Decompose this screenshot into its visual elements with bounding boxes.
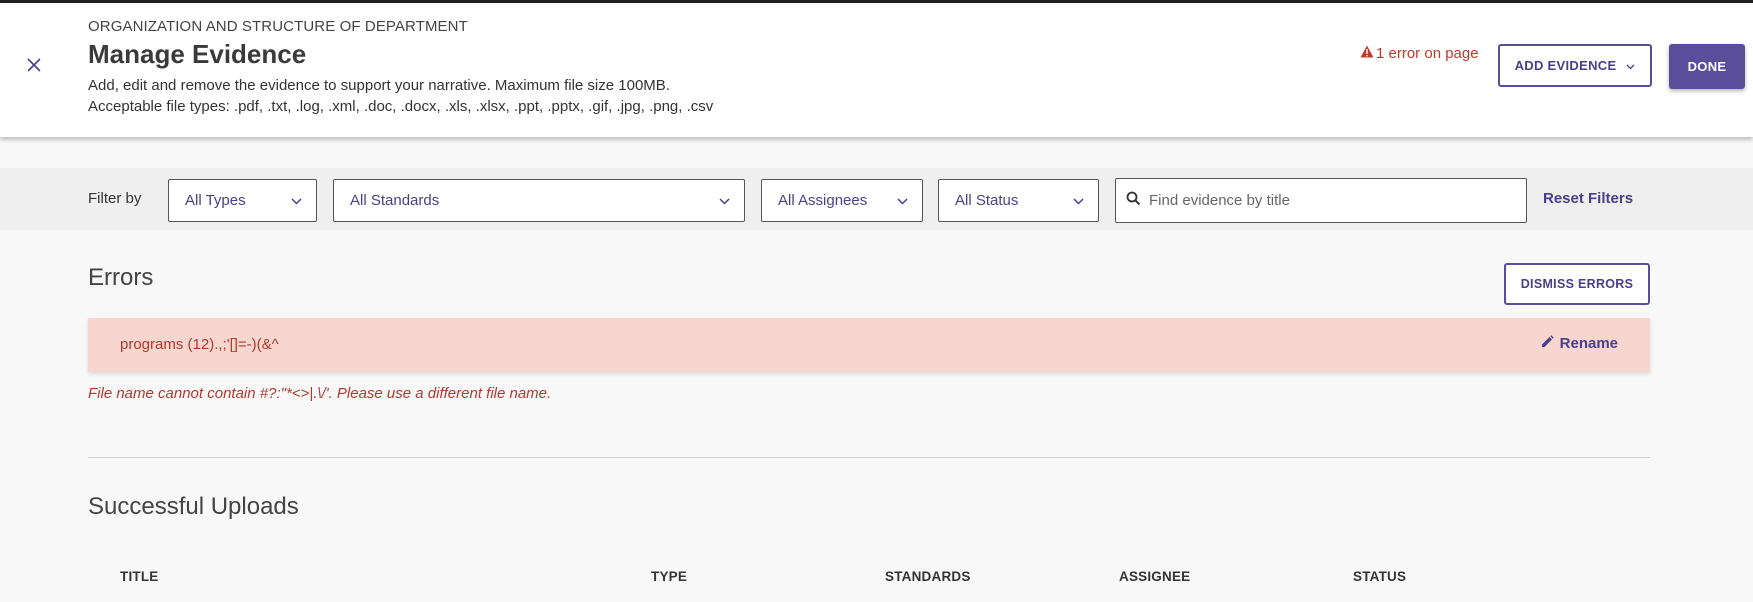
page-kicker: ORGANIZATION AND STRUCTURE OF DEPARTMENT [88, 18, 468, 35]
add-evidence-label: ADD EVIDENCE [1514, 58, 1617, 73]
successful-uploads-heading: Successful Uploads [88, 493, 299, 520]
assignees-filter-value: All Assignees [778, 192, 868, 209]
section-divider [88, 457, 1650, 458]
column-header-assignee[interactable]: ASSIGNEE [1119, 569, 1190, 584]
filter-label: Filter by [88, 190, 142, 207]
errors-heading: Errors [88, 264, 154, 291]
reset-filters-link[interactable]: Reset Filters [1543, 190, 1633, 207]
search-icon [1126, 191, 1141, 211]
column-header-status[interactable]: STATUS [1353, 569, 1406, 584]
error-item: programs (12).,;'[]=-)(&^ Rename [88, 318, 1650, 372]
dismiss-errors-button[interactable]: DISMISS ERRORS [1504, 263, 1650, 305]
search-input[interactable] [1149, 192, 1509, 209]
assignees-filter-select[interactable]: All Assignees [761, 179, 923, 222]
error-message: File name cannot contain #?:"*<>|.\/'. P… [88, 385, 552, 402]
add-evidence-button[interactable]: ADD EVIDENCE [1498, 44, 1652, 87]
rename-button[interactable]: Rename [1541, 335, 1618, 352]
chevron-down-icon [719, 192, 730, 209]
standards-filter-value: All Standards [350, 192, 440, 209]
status-filter-value: All Status [955, 192, 1019, 209]
chevron-down-icon [291, 192, 302, 209]
chevron-down-icon [897, 192, 908, 209]
close-button[interactable] [22, 55, 46, 79]
done-button[interactable]: DONE [1669, 44, 1745, 89]
warning-triangle-icon [1360, 45, 1374, 62]
rename-label: Rename [1559, 335, 1618, 352]
close-icon [27, 57, 41, 77]
page-description: Add, edit and remove the evidence to sup… [88, 75, 713, 117]
status-filter-select[interactable]: All Status [938, 179, 1099, 222]
error-file-name: programs (12).,;'[]=-)(&^ [120, 336, 279, 353]
standards-filter-select[interactable]: All Standards [333, 179, 745, 222]
types-filter-select[interactable]: All Types [168, 179, 317, 222]
page-header: ORGANIZATION AND STRUCTURE OF DEPARTMENT… [0, 3, 1753, 137]
description-line: Acceptable file types: .pdf, .txt, .log,… [88, 98, 714, 115]
chevron-down-icon [1626, 58, 1635, 73]
evidence-search-box[interactable] [1115, 178, 1527, 223]
page-title: Manage Evidence [88, 39, 307, 69]
error-count-indicator[interactable]: 1 error on page [1360, 45, 1479, 62]
description-line: Add, edit and remove the evidence to sup… [88, 77, 670, 94]
pencil-icon [1541, 335, 1554, 352]
column-header-type[interactable]: TYPE [651, 569, 687, 584]
error-count-text: 1 error on page [1376, 45, 1479, 62]
chevron-down-icon [1073, 192, 1084, 209]
filter-bar: Filter by All Types All Standards All As… [0, 168, 1753, 230]
column-header-standards[interactable]: STANDARDS [885, 569, 971, 584]
types-filter-value: All Types [185, 192, 246, 209]
column-header-title[interactable]: TITLE [120, 569, 159, 584]
